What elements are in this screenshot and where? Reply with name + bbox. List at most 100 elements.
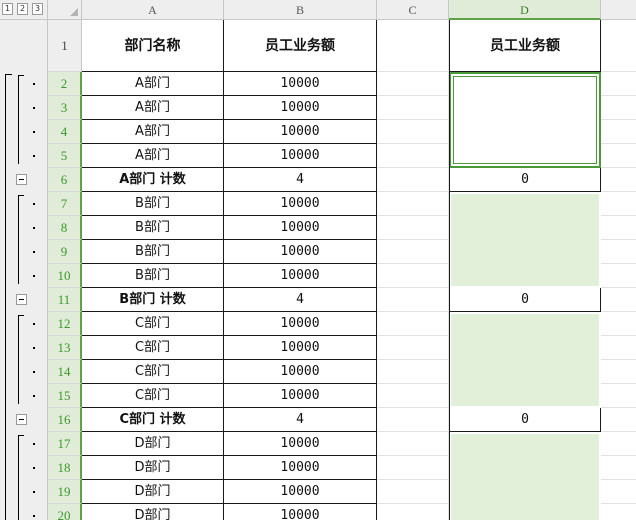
cell-b20[interactable]: 10000 (224, 504, 377, 520)
select-all-button[interactable] (48, 0, 82, 20)
cell-b13[interactable]: 10000 (224, 336, 377, 360)
cell-c13[interactable] (377, 336, 449, 360)
cell-e18[interactable] (601, 456, 636, 480)
cell-a18[interactable]: D部门 (82, 456, 224, 480)
cell-b2[interactable]: 10000 (224, 72, 377, 96)
outline-level-1-button[interactable]: 1 (2, 3, 13, 15)
cell-c1[interactable] (377, 20, 449, 72)
cell-b17[interactable]: 10000 (224, 432, 377, 456)
row-header-18[interactable]: 18 (48, 456, 82, 480)
cell-c11[interactable] (377, 288, 449, 312)
column-header-e[interactable] (601, 0, 636, 20)
cell-a9[interactable]: B部门 (82, 240, 224, 264)
cell-e17[interactable] (601, 432, 636, 456)
cell-e14[interactable] (601, 360, 636, 384)
cell-a16[interactable]: C部门 计数 (82, 408, 224, 432)
cell-a17[interactable]: D部门 (82, 432, 224, 456)
cell-c19[interactable] (377, 480, 449, 504)
cell-a7[interactable]: B部门 (82, 192, 224, 216)
cell-d8[interactable] (449, 216, 601, 240)
cell-c14[interactable] (377, 360, 449, 384)
cell-e8[interactable] (601, 216, 636, 240)
row-header-3[interactable]: 3 (48, 96, 82, 120)
row-header-4[interactable]: 4 (48, 120, 82, 144)
cell-a6[interactable]: A部门 计数 (82, 168, 224, 192)
row-header-20[interactable]: 20 (48, 504, 82, 520)
row-header-8[interactable]: 8 (48, 216, 82, 240)
cell-d10[interactable] (449, 264, 601, 288)
cell-c6[interactable] (377, 168, 449, 192)
row-header-1[interactable]: 1 (48, 20, 82, 72)
cell-d12[interactable] (449, 312, 601, 336)
cell-b8[interactable]: 10000 (224, 216, 377, 240)
row-header-9[interactable]: 9 (48, 240, 82, 264)
cell-e7[interactable] (601, 192, 636, 216)
cell-e3[interactable] (601, 96, 636, 120)
cell-e11[interactable] (601, 288, 636, 312)
cell-d11[interactable]: 0 (449, 288, 601, 312)
cell-c16[interactable] (377, 408, 449, 432)
cell-d7[interactable] (449, 192, 601, 216)
row-header-12[interactable]: 12 (48, 312, 82, 336)
cell-a4[interactable]: A部门 (82, 120, 224, 144)
cell-c15[interactable] (377, 384, 449, 408)
column-header-d[interactable]: D (449, 0, 601, 20)
cell-c10[interactable] (377, 264, 449, 288)
cell-c7[interactable] (377, 192, 449, 216)
row-header-6[interactable]: 6 (48, 168, 82, 192)
cell-d13[interactable] (449, 336, 601, 360)
row-header-14[interactable]: 14 (48, 360, 82, 384)
row-header-5[interactable]: 5 (48, 144, 82, 168)
cell-a20[interactable]: D部门 (82, 504, 224, 520)
collapse-group-button[interactable] (16, 174, 27, 185)
cell-c4[interactable] (377, 120, 449, 144)
cell-d3[interactable] (449, 96, 601, 120)
cell-b14[interactable]: 10000 (224, 360, 377, 384)
cell-e19[interactable] (601, 480, 636, 504)
cell-d9[interactable] (449, 240, 601, 264)
cell-c3[interactable] (377, 96, 449, 120)
cell-a8[interactable]: B部门 (82, 216, 224, 240)
cell-c2[interactable] (377, 72, 449, 96)
cell-a5[interactable]: A部门 (82, 144, 224, 168)
cell-e16[interactable] (601, 408, 636, 432)
outline-level-2-button[interactable]: 2 (17, 3, 28, 15)
cell-b12[interactable]: 10000 (224, 312, 377, 336)
cell-b9[interactable]: 10000 (224, 240, 377, 264)
cell-b16[interactable]: 4 (224, 408, 377, 432)
row-header-13[interactable]: 13 (48, 336, 82, 360)
cell-e10[interactable] (601, 264, 636, 288)
cell-d5[interactable] (449, 144, 601, 168)
cell-e2[interactable] (601, 72, 636, 96)
cell-c8[interactable] (377, 216, 449, 240)
outline-level-3-button[interactable]: 3 (32, 3, 43, 15)
cell-d1[interactable]: 员工业务额 (449, 20, 601, 72)
cell-d17[interactable] (449, 432, 601, 456)
cell-e20[interactable] (601, 504, 636, 520)
column-header-a[interactable]: A (82, 0, 224, 20)
column-header-c[interactable]: C (377, 0, 449, 20)
cell-a3[interactable]: A部门 (82, 96, 224, 120)
cell-c17[interactable] (377, 432, 449, 456)
row-header-19[interactable]: 19 (48, 480, 82, 504)
cell-e12[interactable] (601, 312, 636, 336)
cell-e6[interactable] (601, 168, 636, 192)
cell-a14[interactable]: C部门 (82, 360, 224, 384)
cell-d18[interactable] (449, 456, 601, 480)
cell-d19[interactable] (449, 480, 601, 504)
cell-c5[interactable] (377, 144, 449, 168)
cell-c18[interactable] (377, 456, 449, 480)
row-header-15[interactable]: 15 (48, 384, 82, 408)
cell-d2[interactable] (449, 72, 601, 96)
row-header-2[interactable]: 2 (48, 72, 82, 96)
row-header-16[interactable]: 16 (48, 408, 82, 432)
cell-d20[interactable] (449, 504, 601, 520)
cell-b18[interactable]: 10000 (224, 456, 377, 480)
cell-d4[interactable] (449, 120, 601, 144)
cell-c20[interactable] (377, 504, 449, 520)
cell-c9[interactable] (377, 240, 449, 264)
cell-a11[interactable]: B部门 计数 (82, 288, 224, 312)
cell-b4[interactable]: 10000 (224, 120, 377, 144)
collapse-group-button[interactable] (16, 294, 27, 305)
column-header-b[interactable]: B (224, 0, 377, 20)
